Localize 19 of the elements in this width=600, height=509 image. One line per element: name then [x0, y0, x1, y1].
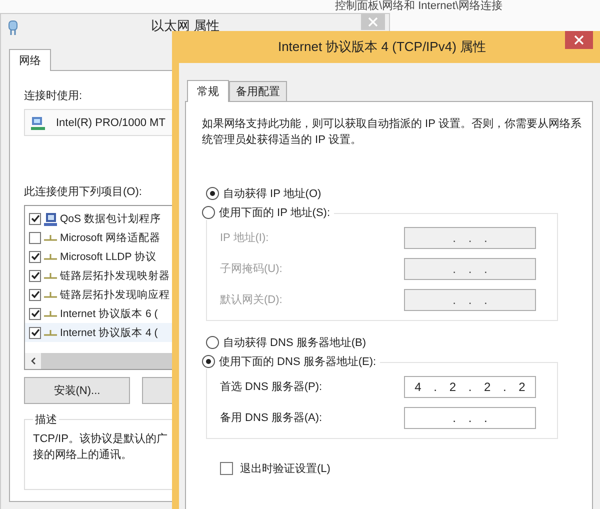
radio-label: 自动获得 DNS 服务器地址(B) [223, 336, 366, 350]
field-label: 备用 DNS 服务器(A): [220, 411, 322, 425]
section-label: 连接时使用: [24, 88, 82, 103]
window-title: Internet 协议版本 4 (TCP/IPv4) 属性 [278, 38, 486, 56]
radio-label: 自动获得 IP 地址(O) [223, 187, 322, 201]
field-label: 子网掩码(U): [220, 262, 282, 276]
window-title: 控制面板\网络和 Internet\网络连接 [335, 0, 502, 12]
window-title: 以太网 属性 [151, 17, 220, 35]
group-title: 描述 [34, 413, 58, 427]
radio-label: 使用下面的 DNS 服务器地址(E): [219, 355, 376, 369]
intro-text: 如果网络支持此功能，则可以获取自动指派的 IP 设置。否则，你需要从网络系统管理员处获得适当的 IP 设置。 [202, 116, 582, 148]
section-label: 此连接使用下列项目(O): [24, 184, 142, 199]
description-text: TCP/IP。该协议是默认的广 [33, 432, 168, 447]
field-label: 首选 DNS 服务器(P): [220, 380, 322, 394]
description-text: 接的网络上的通讯。 [33, 448, 132, 463]
radio-label: 使用下面的 IP 地址(S): [219, 206, 330, 220]
field-label: 默认网关(D): [220, 292, 282, 307]
checkbox-label: 退出时验证设置(L) [240, 462, 330, 476]
field-label: IP 地址(I): [220, 231, 269, 245]
